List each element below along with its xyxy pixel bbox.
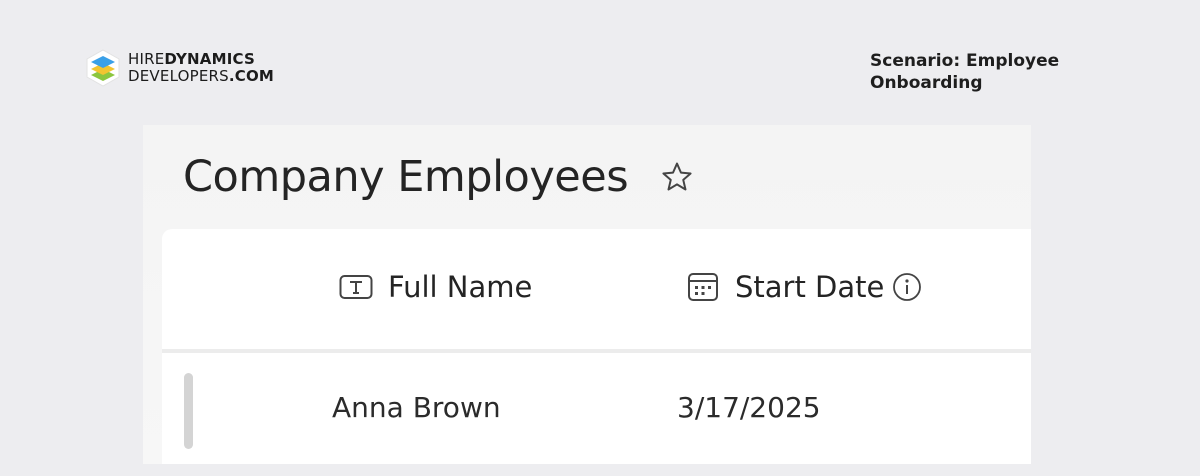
brand-com: .COM — [228, 67, 275, 85]
info-icon[interactable] — [892, 272, 922, 302]
brand-line-1: HIREDYNAMICS — [128, 51, 274, 68]
text-field-icon — [338, 269, 374, 305]
brand-developers: DEVELOPERS — [128, 67, 229, 85]
employees-grid: Full Name Start Date Anna Brown 3/17/202… — [162, 229, 1031, 464]
favorite-button[interactable] — [658, 158, 696, 196]
layers-logo-icon — [86, 49, 120, 87]
app-panel: Company Employees Full Name Start Date A… — [143, 125, 1031, 464]
column-header-full-name[interactable]: Full Name — [338, 269, 532, 305]
cell-start-date: 3/17/2025 — [677, 391, 821, 424]
grid-header: Full Name Start Date — [162, 229, 1031, 353]
star-outline-icon — [662, 162, 692, 191]
brand-logo: HIREDYNAMICS DEVELOPERS.COM — [86, 49, 274, 87]
page-header: Company Employees — [183, 149, 696, 205]
brand-hire: HIRE — [128, 50, 165, 68]
column-label-full-name: Full Name — [388, 270, 533, 304]
column-header-start-date[interactable]: Start Date — [685, 269, 922, 305]
scenario-label: Scenario: Employee Onboarding — [870, 51, 1060, 93]
brand-dynamics: DYNAMICS — [164, 50, 255, 68]
row-selector-handle[interactable] — [184, 373, 193, 449]
table-row[interactable]: Anna Brown 3/17/2025 — [162, 353, 1031, 464]
page-title: Company Employees — [183, 152, 629, 202]
brand-line-2: DEVELOPERS.COM — [128, 68, 274, 85]
column-label-start-date: Start Date — [735, 270, 885, 304]
cell-full-name: Anna Brown — [332, 391, 501, 424]
brand-wordmark: HIREDYNAMICS DEVELOPERS.COM — [128, 51, 274, 85]
calendar-icon — [685, 269, 721, 305]
